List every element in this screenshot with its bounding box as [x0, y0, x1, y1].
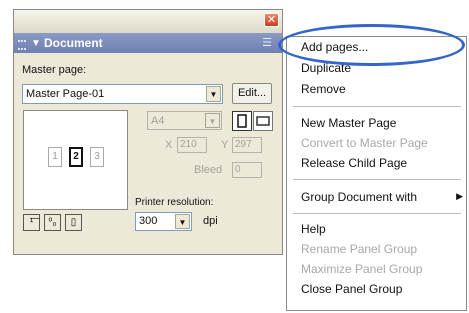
- width-field[interactable]: 210: [177, 137, 207, 153]
- menu-item-close-panel-group[interactable]: Close Panel Group: [301, 282, 402, 296]
- landscape-orientation-button[interactable]: [253, 111, 273, 131]
- close-button[interactable]: ✕: [264, 13, 279, 27]
- submenu-arrow-icon: ▶: [456, 191, 463, 201]
- menu-item-group-document-with[interactable]: Group Document with ▶: [301, 190, 463, 204]
- menu-item-help[interactable]: Help: [301, 222, 326, 236]
- collapse-arrow-icon[interactable]: ▼: [31, 34, 41, 54]
- single-page-icon[interactable]: ▯: [65, 214, 82, 231]
- menu-item-new-master-page[interactable]: New Master Page: [301, 116, 396, 130]
- printer-resolution-label: Printer resolution:: [135, 197, 214, 208]
- master-page-value: Master Page-01: [26, 88, 105, 100]
- bleed-label: Bleed: [194, 164, 223, 176]
- y-label: Y: [221, 139, 229, 151]
- panel-options-menu: Add pages... Duplicate Remove New Master…: [286, 36, 467, 311]
- portrait-icon: [237, 114, 247, 128]
- page-size-value: A4: [151, 115, 165, 127]
- menu-separator: [293, 179, 461, 180]
- master-page-label: Master page:: [22, 64, 87, 76]
- page-preview: 1 2 3: [23, 110, 128, 210]
- x-label: X: [165, 139, 173, 151]
- portrait-orientation-button[interactable]: [232, 111, 252, 131]
- page-thumb-3[interactable]: 3: [90, 147, 104, 167]
- panel-top-strip: ✕: [14, 10, 282, 33]
- page-size-select[interactable]: A4 ▼: [147, 111, 222, 130]
- chevron-down-icon[interactable]: ▼: [206, 86, 221, 102]
- panel-title: Document: [44, 36, 103, 50]
- printer-resolution-select[interactable]: 300 ▼: [135, 212, 192, 231]
- menu-item-remove[interactable]: Remove: [301, 82, 346, 96]
- grip-icon[interactable]: [18, 40, 26, 50]
- chevron-down-icon[interactable]: ▼: [205, 113, 220, 128]
- master-page-select[interactable]: Master Page-01 ▼: [22, 84, 223, 104]
- panel-titlebar[interactable]: ▼ Document ☰: [14, 33, 282, 53]
- menu-item-maximize-panel-group: Maximize Panel Group: [301, 262, 423, 276]
- document-panel: ✕ ▼ Document ☰ Master page: Master Page-…: [13, 9, 283, 255]
- menu-item-rename-panel-group: Rename Panel Group: [301, 242, 418, 256]
- menu-item-release-child-page[interactable]: Release Child Page: [301, 156, 407, 170]
- height-field[interactable]: 297: [232, 137, 262, 153]
- menu-separator: [293, 106, 461, 107]
- menu-item-label: Group Document with: [301, 190, 418, 204]
- menu-item-convert-to-master-page: Convert to Master Page: [301, 136, 428, 150]
- menu-separator: [293, 213, 461, 214]
- landscape-icon: [256, 116, 270, 126]
- page-thumb-2[interactable]: 2: [69, 147, 83, 167]
- bleed-field[interactable]: 0: [232, 162, 262, 178]
- dpi-label: dpi: [203, 215, 218, 227]
- printer-resolution-value: 300: [139, 215, 158, 227]
- chevron-down-icon[interactable]: ▼: [175, 214, 190, 229]
- options-menu-icon[interactable]: ☰: [262, 33, 272, 53]
- highlight-annotation: [278, 24, 465, 66]
- edit-button[interactable]: Edit...: [232, 83, 272, 104]
- page-thumb-1[interactable]: 1: [48, 147, 62, 167]
- facing-pages-icon[interactable]: ⁰₀: [44, 214, 61, 231]
- page-numbering-icon[interactable]: ¹͞: [23, 214, 40, 231]
